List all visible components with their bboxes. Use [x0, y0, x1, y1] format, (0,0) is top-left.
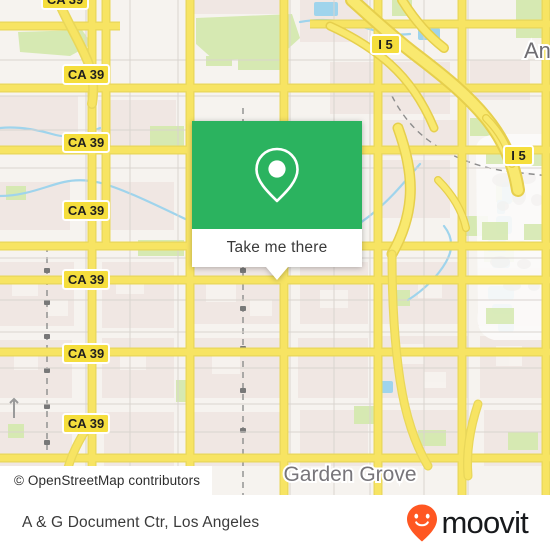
route-shield-label: CA 39: [47, 0, 83, 7]
route-shield-label: I 5: [378, 37, 392, 52]
route-shield-label: I 5: [511, 148, 525, 163]
moovit-brand[interactable]: moovit: [405, 503, 529, 543]
route-shield-ca39-5: CA 39: [62, 343, 110, 364]
route-shield-label: CA 39: [68, 135, 104, 150]
route-shield-ca39-0: CA 39: [41, 0, 89, 10]
route-shield-label: CA 39: [68, 272, 104, 287]
osm-attribution[interactable]: © OpenStreetMap contributors: [0, 466, 213, 495]
route-shield-ca39-6: CA 39: [62, 413, 110, 434]
route-shield-label: CA 39: [68, 416, 104, 431]
map-place-label-garden-grove: Garden Grove Garden Grove: [281, 461, 418, 488]
map-callout-bubble[interactable]: Take me there: [192, 121, 362, 280]
route-shield-label: CA 39: [68, 346, 104, 361]
callout-pointer: [266, 267, 288, 280]
route-shield-ca39-1: CA 39: [62, 64, 110, 85]
callout-icon-panel: [192, 121, 362, 229]
moovit-pin-smile-icon: [407, 504, 438, 541]
route-shield-ca39-3: CA 39: [62, 200, 110, 221]
map-screenshot-root: Garden Grove Garden Grove Ana Ana CA 39 …: [0, 0, 550, 550]
take-me-there-label: Take me there: [226, 239, 328, 256]
route-shield-i5-0: I 5: [370, 34, 401, 55]
map-pin-icon: [255, 147, 299, 203]
location-title: A & G Document Ctr, Los Angeles: [22, 513, 260, 531]
take-me-there-button[interactable]: Take me there: [192, 229, 362, 267]
footer-bar: A & G Document Ctr, Los Angeles moovit: [0, 495, 550, 550]
place-label-text: Ana: [524, 38, 550, 63]
place-label-text: Garden Grove: [283, 463, 416, 486]
route-shield-label: CA 39: [68, 203, 104, 218]
route-shield-label: CA 39: [68, 67, 104, 82]
moovit-wordmark: moovit: [441, 505, 528, 540]
map-place-label-anaheim: Ana Ana: [522, 36, 550, 65]
osm-attribution-text: © OpenStreetMap contributors: [14, 473, 201, 488]
route-shield-i5-1: I 5: [503, 145, 534, 166]
route-shield-ca39-4: CA 39: [62, 269, 110, 290]
route-shield-ca39-2: CA 39: [62, 132, 110, 153]
